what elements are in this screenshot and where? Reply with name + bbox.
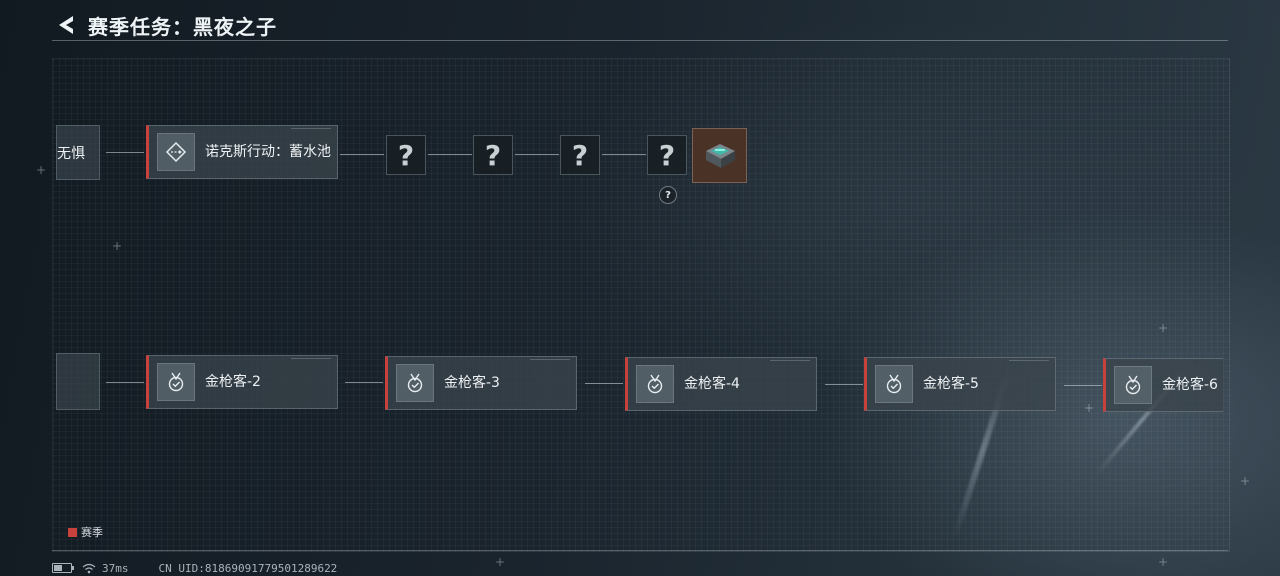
status-bar: 37ms CN UID:81869091779501289622	[52, 561, 337, 575]
back-button[interactable]	[52, 12, 78, 38]
card-corner-decoration	[530, 359, 570, 363]
task-icon-box	[157, 133, 195, 171]
task-connector	[340, 154, 384, 155]
task-icon-box	[157, 363, 195, 401]
task-label: 金枪客-4	[684, 376, 740, 392]
medal-check-icon	[886, 374, 902, 394]
task-connector	[515, 154, 559, 155]
task-label: 金枪客-5	[923, 376, 979, 392]
locked-task-mystery[interactable]: ?	[560, 135, 600, 175]
reward-item-slot[interactable]	[692, 128, 747, 183]
task-card-golden-gun-2[interactable]: 金枪客-2	[146, 355, 338, 409]
decor-plus-icon: +	[112, 239, 123, 253]
task-card-golden-gun-5[interactable]: 金枪客-5	[864, 357, 1056, 411]
medal-check-icon	[168, 372, 184, 392]
legend-label: 赛季	[81, 526, 103, 539]
task-label: 诺克斯行动：蓄水池	[205, 144, 331, 160]
footer-divider	[52, 550, 1228, 551]
user-uid: CN UID:81869091779501289622	[158, 561, 338, 575]
task-label: 金枪客-6	[1162, 377, 1218, 393]
task-card-partial-top[interactable]: 无惧	[56, 125, 100, 180]
task-connector	[602, 154, 646, 155]
reward-info-badge[interactable]: ?	[659, 186, 677, 204]
task-connector	[106, 382, 144, 383]
ping-value: 37ms	[102, 561, 129, 575]
task-connector	[428, 154, 472, 155]
card-corner-decoration	[291, 358, 331, 362]
waypoint-diamond-icon	[165, 141, 187, 163]
decor-plus-icon: +	[1158, 321, 1169, 335]
task-connector	[1064, 385, 1102, 386]
card-corner-decoration	[1009, 360, 1049, 364]
decor-plus-icon: +	[36, 163, 47, 177]
task-connector	[345, 382, 383, 383]
task-card-golden-gun-6[interactable]: 金枪客-6	[1103, 358, 1223, 412]
decor-plus-icon: +	[495, 555, 506, 569]
header-divider	[52, 40, 1228, 41]
task-connector	[106, 152, 144, 153]
card-corner-decoration	[770, 360, 810, 364]
decor-plus-icon: +	[1084, 401, 1095, 415]
page-title: 赛季任务：黑夜之子	[88, 14, 277, 39]
task-connector	[585, 383, 623, 384]
medal-check-icon	[1125, 375, 1141, 395]
locked-task-mystery[interactable]: ?	[386, 135, 426, 175]
task-icon-box	[396, 364, 434, 402]
medal-check-icon	[407, 373, 423, 393]
task-card-golden-gun-3[interactable]: 金枪客-3	[385, 356, 577, 410]
task-icon-box	[875, 365, 913, 403]
locked-task-mystery[interactable]: ?	[647, 135, 687, 175]
task-label: 金枪客-2	[205, 374, 261, 390]
task-icon-box	[1114, 366, 1152, 404]
task-icon-box	[636, 365, 674, 403]
legend-season-swatch	[68, 527, 77, 537]
medal-check-icon	[647, 374, 663, 394]
page-header: 赛季任务：黑夜之子	[52, 8, 1228, 42]
task-card-nox-operation[interactable]: 诺克斯行动：蓄水池	[146, 125, 338, 179]
task-label: 无惧	[57, 145, 85, 162]
task-label: 金枪客-3	[444, 375, 500, 391]
legend: 赛季	[68, 524, 103, 540]
wifi-icon	[82, 563, 96, 573]
decor-plus-icon: +	[1158, 555, 1169, 569]
locked-task-mystery[interactable]: ?	[473, 135, 513, 175]
task-card-partial-bottom[interactable]	[56, 353, 100, 410]
device-case-icon	[705, 143, 735, 168]
battery-icon	[52, 563, 74, 573]
back-arrow-icon	[59, 16, 73, 34]
decor-plus-icon: +	[1240, 474, 1251, 488]
task-card-golden-gun-4[interactable]: 金枪客-4	[625, 357, 817, 411]
card-corner-decoration	[291, 128, 331, 132]
task-connector	[825, 384, 863, 385]
